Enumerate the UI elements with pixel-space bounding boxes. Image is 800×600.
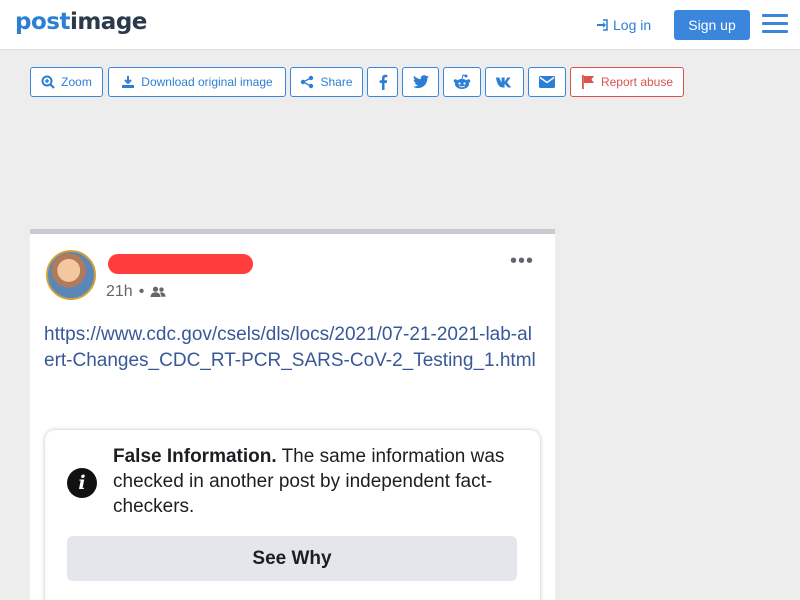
download-icon — [122, 76, 135, 88]
redacted-username — [108, 254, 253, 274]
login-label: Log in — [613, 17, 652, 33]
download-original-button[interactable]: Download original image — [108, 67, 286, 97]
facebook-share-button[interactable] — [367, 67, 398, 97]
twitter-share-button[interactable] — [402, 67, 439, 97]
share-icon — [301, 75, 314, 89]
fact-check-text: False Information. The same information … — [113, 444, 523, 519]
top-navbar: postimage Log in Sign up — [0, 0, 800, 50]
report-abuse-button[interactable]: Report abuse — [570, 67, 684, 97]
info-icon: i — [67, 468, 97, 498]
zoom-button[interactable]: Zoom — [30, 67, 103, 97]
download-label: Download original image — [141, 75, 273, 89]
signup-button[interactable]: Sign up — [674, 10, 750, 40]
zoom-label: Zoom — [61, 75, 92, 89]
fact-check-card: i False Information. The same informatio… — [45, 430, 540, 600]
twitter-icon — [412, 75, 429, 89]
flag-icon — [581, 75, 594, 89]
post-time: 21h — [106, 283, 133, 300]
avatar — [46, 250, 96, 300]
sign-in-icon — [597, 19, 608, 31]
zoom-in-icon — [41, 75, 55, 89]
report-abuse-label: Report abuse — [600, 75, 674, 89]
more-options-icon: ••• — [510, 250, 535, 272]
see-why-button: See Why — [67, 536, 517, 581]
fact-check-heading: False Information. — [113, 446, 277, 467]
share-button[interactable]: Share — [290, 67, 363, 97]
facebook-icon — [379, 74, 387, 90]
meta-separator: • — [138, 283, 145, 300]
vk-icon — [495, 77, 511, 87]
reddit-icon — [453, 74, 471, 89]
login-link[interactable]: Log in — [596, 17, 651, 33]
post-link: https://www.cdc.gov/csels/dls/locs/2021/… — [44, 324, 536, 371]
hosted-image[interactable]: ••• 21h • https://www.cdc.gov/csels/dls/… — [30, 229, 555, 600]
email-share-button[interactable] — [528, 67, 566, 97]
post-meta: 21h • — [106, 283, 166, 301]
postimage-logo[interactable]: postimage — [15, 9, 147, 35]
reddit-share-button[interactable] — [443, 67, 481, 97]
friends-audience-icon — [150, 286, 166, 297]
vk-share-button[interactable] — [485, 67, 524, 97]
share-label: Share — [320, 75, 353, 89]
envelope-icon — [539, 76, 555, 88]
menu-icon[interactable] — [762, 14, 788, 34]
